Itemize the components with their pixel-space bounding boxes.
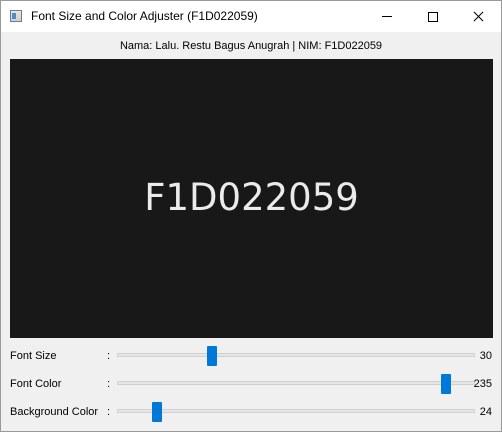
app-window: Font Size and Color Adjuster (F1D022059)… xyxy=(0,0,502,432)
identity-label: Nama: Lalu. Restu Bagus Anugrah | NIM: F… xyxy=(119,40,383,52)
background-color-slider[interactable] xyxy=(117,402,475,422)
background-color-colon: : xyxy=(107,406,111,418)
font-color-label: Font Color xyxy=(10,378,62,390)
font-size-colon: : xyxy=(107,350,111,362)
font-color-slider-track[interactable] xyxy=(117,381,475,385)
background-color-value: 24 xyxy=(479,406,492,418)
background-color-slider-thumb[interactable] xyxy=(152,402,162,422)
window-title: Font Size and Color Adjuster (F1D022059) xyxy=(31,9,258,23)
background-color-label: Background Color xyxy=(10,406,99,418)
background-color-slider-track[interactable] xyxy=(117,409,475,413)
font-color-colon: : xyxy=(107,378,111,390)
close-button[interactable] xyxy=(455,1,501,32)
font-size-value: 30 xyxy=(479,350,492,362)
font-color-slider[interactable] xyxy=(117,374,475,394)
font-size-slider-thumb[interactable] xyxy=(207,346,217,366)
maximize-button[interactable] xyxy=(410,1,456,32)
minimize-icon xyxy=(382,16,392,17)
font-size-slider-track[interactable] xyxy=(117,353,475,357)
font-size-row: Font Size : 30 xyxy=(1,346,501,366)
minimize-button[interactable] xyxy=(364,1,410,32)
preview-text: F1D022059 xyxy=(144,175,359,219)
font-size-slider[interactable] xyxy=(117,346,475,366)
close-icon xyxy=(473,11,484,22)
title-bar[interactable]: Font Size and Color Adjuster (F1D022059) xyxy=(1,1,501,32)
app-icon xyxy=(10,10,22,22)
font-size-label: Font Size xyxy=(10,350,57,362)
preview-panel: F1D022059 xyxy=(10,59,493,338)
font-color-slider-thumb[interactable] xyxy=(441,374,451,394)
maximize-icon xyxy=(428,11,438,22)
font-color-value: 235 xyxy=(473,378,492,390)
font-color-row: Font Color : 235 xyxy=(1,374,501,394)
background-color-row: Background Color : 24 xyxy=(1,402,501,422)
